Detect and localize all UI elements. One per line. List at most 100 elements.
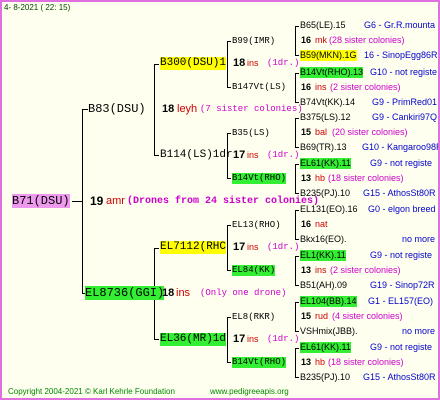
g4-code: nat <box>315 219 328 229</box>
g3-name[interactable]: B35(LS) <box>232 128 270 139</box>
g4-origin: G19 - Sinop72R <box>370 280 435 290</box>
sire-dam-name[interactable]: B114(LS)1dr <box>160 149 233 162</box>
website-link[interactable]: www.pedigreeapis.org <box>210 386 289 397</box>
g4-name[interactable]: Bkx16(EO). <box>300 234 347 245</box>
dam-dam-code: ins <box>247 334 259 344</box>
bracket <box>295 348 296 378</box>
bracket <box>295 118 296 148</box>
dam-sire-year: 17 <box>233 241 246 253</box>
g4-note: (4 sister colonies) <box>332 311 403 321</box>
root-code: amr <box>106 195 125 207</box>
g3-name[interactable]: B14Vt(RHO) <box>232 173 287 184</box>
g4-name[interactable]: B74Vt(KK).14 <box>300 97 355 108</box>
sire-dam-code: ins <box>247 150 259 160</box>
dam-code: ins <box>176 287 191 299</box>
dam-sire-code: ins <box>247 242 259 252</box>
g3-name[interactable]: B147Vt(LS) <box>232 82 286 93</box>
sire-sire-note: (1dr.) <box>267 58 300 68</box>
line <box>227 362 231 363</box>
g4-name[interactable]: EL104(BB).14 <box>300 296 357 307</box>
line <box>227 178 231 179</box>
g4-note: (28 sister colonies) <box>329 35 405 45</box>
bracket <box>295 164 296 194</box>
sire-dam-note: (1dr.) <box>267 150 300 160</box>
g4-origin: G9 - PrimRed01 <box>372 97 438 107</box>
line <box>295 239 299 240</box>
g4-name[interactable]: B375(LS).12 <box>300 112 351 123</box>
root-queen-name[interactable]: B71(DSU) <box>12 194 70 208</box>
dam-name[interactable]: EL8736(GGI) <box>85 286 165 300</box>
g4-name[interactable]: EL1(KK).11 <box>300 250 346 261</box>
g4-code: ins <box>315 265 327 275</box>
g4-name[interactable]: B235(PJ).10 <box>300 188 350 199</box>
g4-year: 15 <box>301 127 312 137</box>
sire-name[interactable]: B83(DSU) <box>88 102 146 116</box>
g4-code: hb <box>315 357 326 367</box>
g4-origin: G9 - not registe <box>370 342 433 352</box>
g4-year: 16 <box>301 82 312 92</box>
g4-name[interactable]: B69(TR).13 <box>300 142 347 153</box>
bracket <box>295 302 296 332</box>
g4-name[interactable]: B51(AH).09 <box>300 280 347 291</box>
g4-name[interactable]: B65(LE).15 <box>300 20 346 31</box>
g4-year: 13 <box>301 357 312 367</box>
root-note: (Drones from 24 sister colonies) <box>127 196 320 207</box>
line <box>154 248 159 249</box>
line <box>295 26 299 27</box>
g4-name[interactable]: B235(PJ).10 <box>300 372 350 383</box>
line <box>227 317 231 318</box>
g4-year: 13 <box>301 173 312 183</box>
line <box>295 73 299 74</box>
line <box>295 256 299 257</box>
g4-note: (2 sister colonies) <box>330 82 401 92</box>
g4-origin: G10 - Kangaroo98R <box>362 142 440 152</box>
root-year: 19 <box>90 194 104 208</box>
sire-code: leyh <box>177 103 198 115</box>
line <box>295 302 299 303</box>
bracket <box>295 210 296 240</box>
g4-name[interactable]: EL61(KK).11 <box>300 342 351 353</box>
line <box>227 225 231 226</box>
sire-sire-name[interactable]: B300(DSU)1 <box>160 57 227 70</box>
dam-dam-name[interactable]: EL36(MR)1d <box>160 333 227 346</box>
line <box>295 331 299 332</box>
g4-origin: G9 - not registe <box>370 158 433 168</box>
line <box>227 133 231 134</box>
bracket <box>227 41 228 88</box>
g4-year: 16 <box>301 35 312 45</box>
bracket <box>295 73 296 103</box>
g3-name[interactable]: EL8(RKR) <box>232 312 275 323</box>
line <box>72 201 83 202</box>
g4-origin: G0 - elgon breed <box>368 204 436 214</box>
g4-name[interactable]: EL131(EO).16 <box>300 204 358 215</box>
line <box>295 193 299 194</box>
g3-name[interactable]: EL84(KK) <box>232 265 276 276</box>
g4-name[interactable]: EL61(KK).11 <box>300 158 351 169</box>
g4-code: rud <box>315 311 329 321</box>
sire-dam-year: 17 <box>233 149 246 161</box>
bracket <box>295 26 296 56</box>
g4-note: (18 sister colonies) <box>328 173 404 183</box>
g4-origin: no more <box>402 326 436 336</box>
g4-year: 15 <box>301 311 312 321</box>
dam-sire-name[interactable]: EL7112(RHC <box>160 241 227 254</box>
g3-name[interactable]: B99(IMR) <box>232 36 275 47</box>
sire-note: (7 sister colonies) <box>200 104 303 114</box>
g4-origin: G6 - Gr.R.mounta <box>364 20 436 30</box>
g4-name[interactable]: B59(MKN).1G <box>300 50 357 61</box>
line <box>295 210 299 211</box>
sire-year: 18 <box>162 103 175 115</box>
line <box>295 164 299 165</box>
g4-origin: no more <box>402 234 436 244</box>
line <box>154 155 159 156</box>
g4-origin: G9 - not registe <box>370 250 433 260</box>
g3-name[interactable]: B14Vt(RHO) <box>232 357 287 368</box>
bracket <box>227 317 228 363</box>
g3-name[interactable]: EL13(RHO) <box>232 220 281 231</box>
g4-note: (18 sister colonies) <box>328 357 404 367</box>
g4-name[interactable]: B14Vt(RHO).13 <box>300 67 364 78</box>
g4-note: (2 sister colonies) <box>330 265 401 275</box>
g4-name[interactable]: VSHmix(JBB). <box>300 326 358 337</box>
bracket <box>295 256 296 286</box>
dam-year: 18 <box>162 287 175 299</box>
